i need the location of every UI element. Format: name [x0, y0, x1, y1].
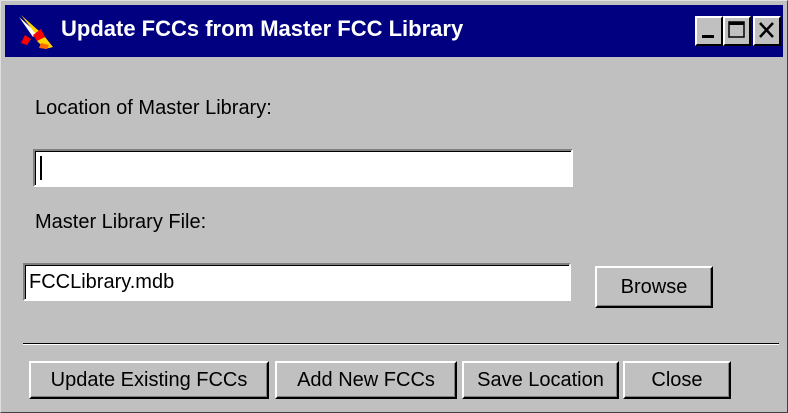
close-window-button[interactable] [753, 16, 781, 46]
title-bar[interactable]: Update FCCs from Master FCC Library [5, 5, 783, 57]
browse-button[interactable]: Browse [595, 266, 713, 308]
update-existing-button[interactable]: Update Existing FCCs [29, 361, 269, 399]
maximize-button[interactable] [723, 16, 751, 46]
divider [23, 343, 779, 345]
minimize-button[interactable] [695, 16, 723, 46]
location-input[interactable] [33, 149, 573, 187]
maximize-icon [728, 21, 745, 38]
text-caret [40, 156, 42, 180]
add-new-button[interactable]: Add New FCCs [275, 361, 457, 399]
location-label: Location of Master Library: [35, 97, 272, 119]
minimize-icon [702, 35, 714, 38]
window-title: Update FCCs from Master FCC Library [61, 16, 464, 41]
file-label: Master Library File: [35, 211, 207, 233]
file-input[interactable] [23, 263, 571, 301]
dialog-window: Update FCCs from Master FCC Library Loca… [0, 0, 788, 413]
paint-brush-icon [19, 15, 53, 49]
save-location-button[interactable]: Save Location [462, 361, 619, 399]
close-button[interactable]: Close [623, 361, 731, 399]
close-icon [759, 22, 774, 38]
